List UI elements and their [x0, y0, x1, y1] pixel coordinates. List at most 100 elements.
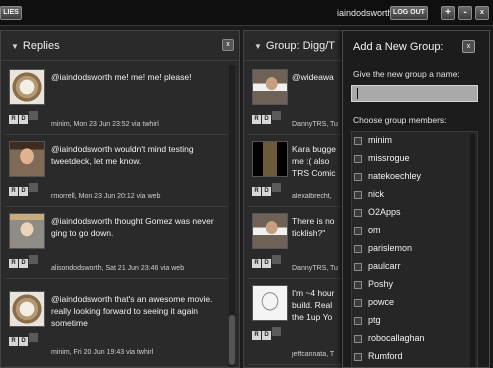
- column-title[interactable]: ▼ Group: Digg/T: [254, 40, 335, 52]
- sketch-avatar[interactable]: [252, 285, 288, 321]
- member-item[interactable]: ptg: [352, 312, 477, 330]
- group-name-input[interactable]: [351, 85, 478, 102]
- text-caret: [357, 88, 358, 99]
- tweet-meta[interactable]: jeffcannata, T: [292, 351, 346, 358]
- tweet-line: @wideawa: [292, 72, 334, 82]
- member-checkbox[interactable]: [354, 263, 362, 271]
- tweet-line: sometime: [51, 318, 88, 328]
- group-members-label: Choose group members:: [353, 115, 447, 125]
- column-title[interactable]: ▼ Replies: [11, 40, 60, 52]
- reply-button[interactable]: R: [252, 187, 261, 196]
- member-item[interactable]: Poshy: [352, 276, 477, 294]
- member-checkbox[interactable]: [354, 155, 362, 163]
- reply-button[interactable]: R: [9, 115, 18, 124]
- tweet-meta[interactable]: alisondodsworth, Sat 21 Jun 23:46 via we…: [51, 265, 184, 272]
- favorite-button[interactable]: [272, 255, 281, 264]
- member-checkbox[interactable]: [354, 137, 362, 145]
- member-item[interactable]: Rumford: [352, 348, 477, 366]
- direct-message-button[interactable]: D: [19, 187, 28, 196]
- tweet-line: me :( also: [292, 156, 330, 166]
- member-item[interactable]: powce: [352, 294, 477, 312]
- favorite-button[interactable]: [272, 327, 281, 336]
- member-item[interactable]: minim: [352, 132, 477, 150]
- bird-nest-avatar[interactable]: [9, 69, 45, 105]
- member-item[interactable]: parislemon: [352, 240, 477, 258]
- direct-message-button[interactable]: D: [19, 115, 28, 124]
- direct-message-button[interactable]: D: [19, 337, 28, 346]
- member-name: parislemon: [368, 243, 413, 253]
- replies-tab-button[interactable]: LIES: [0, 6, 22, 20]
- member-item[interactable]: robocallaghan: [352, 330, 477, 348]
- collapse-triangle-icon[interactable]: ▼: [254, 42, 262, 51]
- member-item[interactable]: om: [352, 222, 477, 240]
- favorite-button[interactable]: [29, 333, 38, 342]
- logout-button[interactable]: LOG OUT: [390, 6, 428, 20]
- tweet-meta[interactable]: rmorrell, Mon 23 Jun 20:12 via web: [51, 193, 160, 200]
- favorite-button[interactable]: [29, 183, 38, 192]
- stage-avatar[interactable]: [252, 141, 288, 177]
- column-scrollbar[interactable]: [229, 65, 235, 367]
- member-checkbox[interactable]: [354, 209, 362, 217]
- member-checkbox[interactable]: [354, 227, 362, 235]
- member-item[interactable]: O2Apps: [352, 204, 477, 222]
- member-checkbox[interactable]: [354, 353, 362, 361]
- minimize-button[interactable]: -: [458, 6, 472, 20]
- member-checkbox[interactable]: [354, 299, 362, 307]
- woman-portrait-avatar[interactable]: [9, 213, 45, 249]
- reply-button[interactable]: R: [9, 337, 18, 346]
- reply-button[interactable]: R: [252, 331, 261, 340]
- add-column-button[interactable]: +: [441, 6, 455, 20]
- favorite-button[interactable]: [29, 111, 38, 120]
- direct-message-button[interactable]: D: [262, 187, 271, 196]
- member-name: natekoechley: [368, 171, 422, 181]
- collapse-triangle-icon[interactable]: ▼: [11, 42, 19, 51]
- direct-message-button[interactable]: D: [262, 331, 271, 340]
- tweet-meta[interactable]: DannyTRS, Tu: [292, 121, 346, 128]
- member-checkbox[interactable]: [354, 245, 362, 253]
- tweet-actions: RD: [252, 179, 282, 196]
- member-checkbox[interactable]: [354, 191, 362, 199]
- member-list-scrollbar[interactable]: [470, 134, 475, 367]
- favorite-button[interactable]: [272, 183, 281, 192]
- bird-nest-avatar[interactable]: [9, 291, 45, 327]
- member-item[interactable]: paulcarr: [352, 258, 477, 276]
- man-with-mug-avatar[interactable]: [252, 213, 288, 249]
- tweet-line: ticklish?": [292, 228, 326, 238]
- tweet-line: @iaindodsworth thought Gomez was never: [51, 216, 214, 226]
- favorite-button[interactable]: [29, 255, 38, 264]
- reply-button[interactable]: R: [252, 115, 261, 124]
- member-item[interactable]: natekoechley: [352, 168, 477, 186]
- member-checkbox[interactable]: [354, 317, 362, 325]
- close-panel-button[interactable]: x: [462, 40, 475, 53]
- favorite-button[interactable]: [272, 111, 281, 120]
- reply-button[interactable]: R: [9, 187, 18, 196]
- close-column-button[interactable]: x: [222, 39, 234, 51]
- member-checkbox[interactable]: [354, 281, 362, 289]
- tweet-line: ging to go down.: [51, 228, 114, 238]
- direct-message-button[interactable]: D: [19, 259, 28, 268]
- tweet-line: really looking forward to seeing it agai…: [51, 306, 198, 316]
- direct-message-button[interactable]: D: [262, 115, 271, 124]
- tweet-meta[interactable]: minim, Mon 23 Jun 23:52 via twhirl: [51, 121, 159, 128]
- tweet-meta[interactable]: DannyTRS, Tu: [292, 265, 346, 272]
- member-name: robocallaghan: [368, 333, 425, 343]
- member-checkbox[interactable]: [354, 335, 362, 343]
- column-title-text: Replies: [22, 40, 60, 52]
- man-with-mug-avatar[interactable]: [252, 69, 288, 105]
- direct-message-button[interactable]: D: [262, 259, 271, 268]
- tweet-actions: RD: [252, 107, 282, 124]
- column-header: ▼ Replies x: [1, 31, 239, 61]
- close-window-button[interactable]: x: [475, 6, 489, 20]
- panel-title: Add a New Group:: [353, 41, 444, 53]
- reply-button[interactable]: R: [9, 259, 18, 268]
- member-checkbox[interactable]: [354, 173, 362, 181]
- man-portrait-avatar[interactable]: [9, 141, 45, 177]
- reply-button[interactable]: R: [252, 259, 261, 268]
- member-item[interactable]: nick: [352, 186, 477, 204]
- tweet-meta[interactable]: minim, Fri 20 Jun 19:43 via twhirl: [51, 349, 153, 356]
- column-title-text: Group: Digg/T: [265, 40, 336, 52]
- scrollbar-thumb[interactable]: [229, 315, 235, 365]
- member-item[interactable]: missrogue: [352, 150, 477, 168]
- tweet-meta[interactable]: alexalbrecht,: [292, 193, 346, 200]
- member-name: O2Apps: [368, 207, 401, 217]
